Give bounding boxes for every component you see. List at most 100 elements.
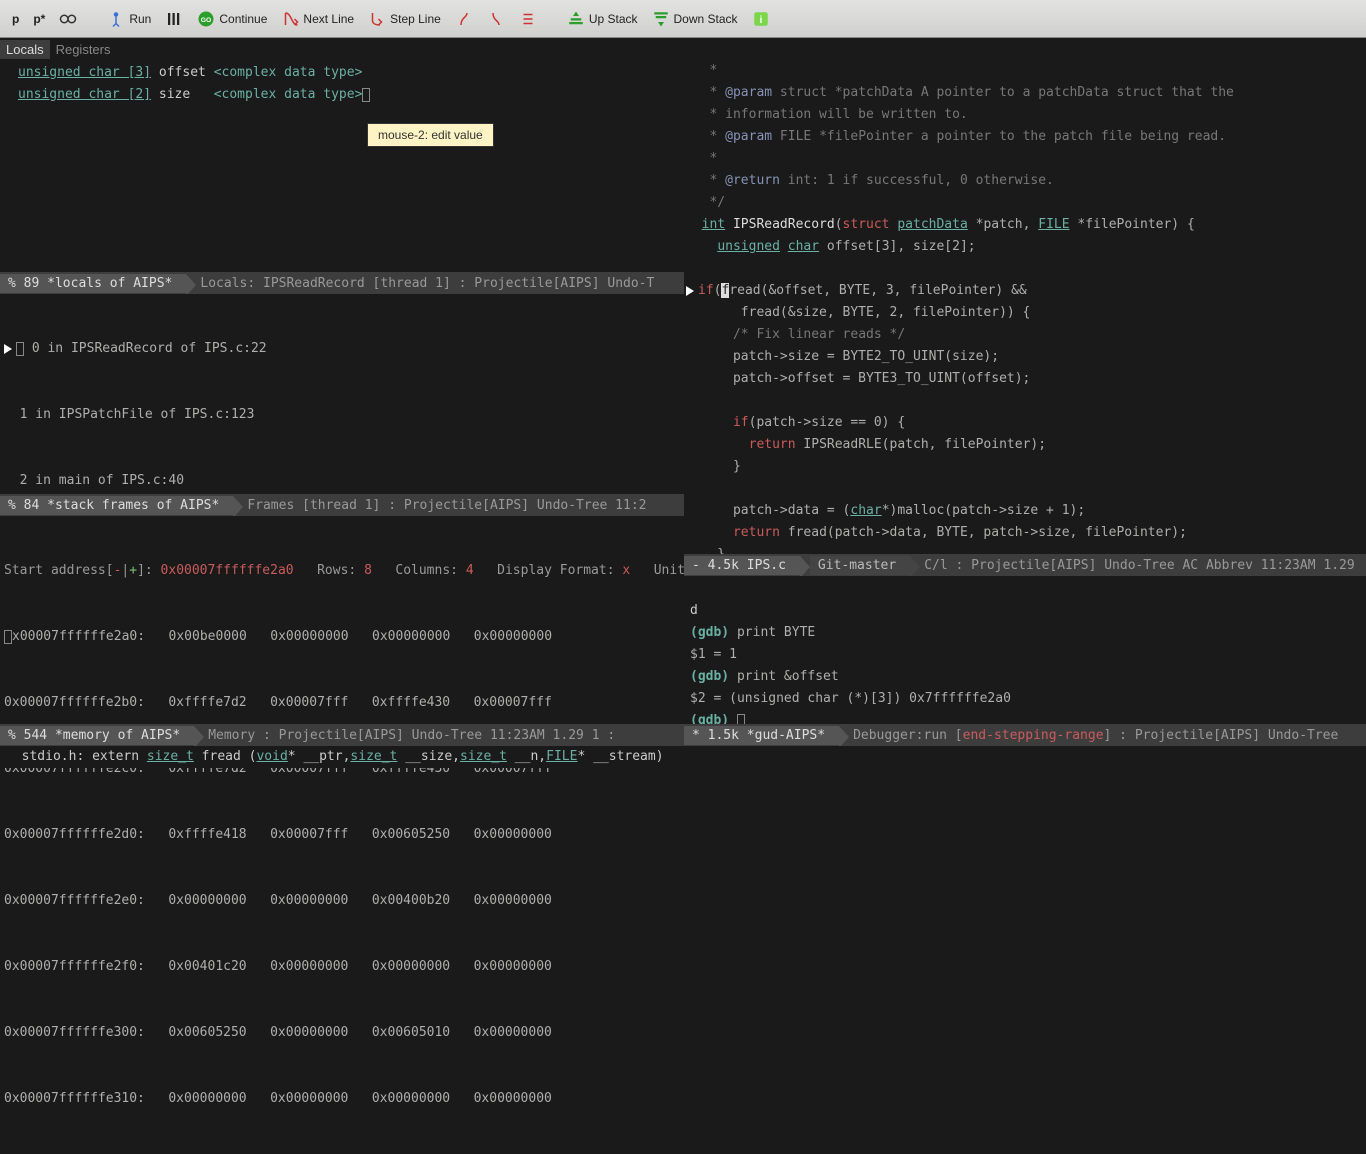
frame-row[interactable]: 0 in IPSReadRecord of IPS.c:22 [4, 338, 684, 360]
memory-modeline: % 544 *memory of AIPS* Memory : Projecti… [0, 724, 684, 746]
mem-cols[interactable]: 4 [466, 563, 474, 578]
locals-value[interactable]: <complex data type> [214, 65, 363, 80]
info-button[interactable]: i [746, 7, 776, 31]
locals-row[interactable]: unsigned char [3] offset <complex data t… [4, 62, 680, 84]
echo-type: size_t [350, 749, 397, 764]
modeline-info: Locals: IPSReadRecord [thread 1] : Proje… [196, 276, 654, 291]
gdb-prompt: (gdb) [690, 625, 737, 640]
mem-start-label: Start address [4, 563, 106, 578]
gud-debugger-label: Debugger:run [ [853, 728, 963, 743]
echo-text: * __stream) [577, 749, 663, 764]
modeline-info: Memory : Projectile[AIPS] Undo-Tree 11:2… [204, 728, 615, 743]
frame-text: 1 in IPSPatchFile of IPS.c:123 [20, 407, 255, 422]
mem-cols-label: Columns: [395, 563, 458, 578]
modeline-buffer: * 1.5k *gud-AIPS* [684, 726, 839, 745]
frame-row[interactable]: 2 in main of IPS.c:40 [4, 470, 684, 492]
memory-body[interactable]: Start address[-|+]: 0x00007ffffffe2a0 Ro… [0, 516, 684, 1154]
run-button[interactable]: Run [101, 7, 157, 31]
frame-text: 2 in main of IPS.c:40 [20, 473, 184, 488]
gdb-output: $2 = (unsigned char (*)[3]) 0x7ffffffe2a… [690, 691, 1011, 706]
continue-label: Continue [219, 12, 267, 26]
source-body[interactable]: * * @param struct *patchData A pointer t… [684, 38, 1366, 588]
echo-text: fread ( [194, 749, 257, 764]
modeline-buffer: % 89 *locals of AIPS* [0, 274, 186, 293]
modeline-info: Debugger:run [end-stepping-range] : Proj… [849, 728, 1338, 743]
memory-row: 0x00007ffffffe2d0: 0xffffe418 0x00007fff… [4, 824, 684, 846]
next-line-label: Next Line [303, 12, 354, 26]
step-line-button[interactable]: Step Line [362, 7, 447, 31]
tab-registers[interactable]: Registers [50, 40, 117, 59]
p-star-button[interactable]: p* [27, 9, 51, 29]
cursor [4, 630, 12, 644]
execution-arrow-icon [686, 286, 694, 296]
memory-row: 0x00007ffffffe300: 0x00605250 0x00000000… [4, 1022, 684, 1044]
memory-line: x00007ffffffe2a0: 0x00be0000 0x00000000 … [12, 629, 552, 644]
modeline-buffer: - 4.5k IPS.c [684, 556, 800, 575]
mem-disp[interactable]: x [622, 563, 630, 578]
frame-text: 0 in IPSReadRecord of IPS.c:22 [24, 341, 267, 356]
locals-type[interactable]: unsigned char [3] [18, 65, 151, 80]
gdb-prompt: (gdb) [690, 669, 737, 684]
continue-button[interactable]: GO Continue [191, 7, 273, 31]
gdb-command: print &offset [737, 669, 839, 684]
current-frame-arrow-icon [4, 344, 12, 354]
gud-stepping-state: end-stepping-range [963, 728, 1104, 743]
down-stack-label: Down Stack [674, 12, 738, 26]
gud-modeline: * 1.5k *gud-AIPS* Debugger:run [end-step… [684, 724, 1366, 746]
gud-modeline-tail: ] : Projectile[AIPS] Undo-Tree [1104, 728, 1339, 743]
echo-type: size_t [147, 749, 194, 764]
memory-row: 0x00007ffffffe2b0: 0xffffe7d2 0x00007fff… [4, 692, 684, 714]
echo-type: void [256, 749, 287, 764]
run-label: Run [129, 12, 151, 26]
modeline-buffer: % 544 *memory of AIPS* [0, 726, 194, 745]
locals-value[interactable]: <complex data type> [214, 87, 363, 102]
stop-button[interactable] [159, 7, 189, 31]
step-out-button[interactable] [449, 7, 479, 31]
echo-text: __n, [507, 749, 546, 764]
p-button[interactable]: p [6, 9, 25, 29]
frame-row[interactable]: 1 in IPSPatchFile of IPS.c:123 [4, 404, 684, 426]
svg-text:i: i [759, 13, 762, 25]
memory-row: 0x00007ffffffe2f0: 0x00401c20 0x00000000… [4, 956, 684, 978]
locals-row[interactable]: unsigned char [2] size <complex data typ… [4, 84, 680, 106]
next-line-button[interactable]: Next Line [275, 7, 360, 31]
mem-rows[interactable]: 8 [364, 563, 372, 578]
echo-type: FILE [546, 749, 577, 764]
locals-varname: offset [159, 65, 206, 80]
locals-type[interactable]: unsigned char [2] [18, 87, 151, 102]
cursor [362, 88, 370, 102]
cursor [16, 342, 24, 356]
gdb-command: print BYTE [737, 625, 815, 640]
down-stack-button[interactable]: Down Stack [646, 7, 744, 31]
mem-rows-label: Rows: [317, 563, 356, 578]
tooltip-edit-value: mouse-2: edit value [367, 123, 494, 147]
modeline-vcs: Git-master [810, 556, 910, 575]
memory-header: Start address[-|+]: 0x00007ffffffe2a0 Ro… [4, 560, 684, 582]
mem-start-addr[interactable]: 0x00007ffffffe2a0 [161, 563, 294, 578]
modeline-info: Frames [thread 1] : Projectile[AIPS] Und… [243, 498, 646, 513]
gdb-output: $1 = 1 [690, 647, 737, 662]
step-into-button[interactable] [481, 7, 511, 31]
echo-area: stdio.h: extern size_t fread (void* __pt… [0, 746, 684, 768]
locals-body[interactable]: unsigned char [3] offset <complex data t… [0, 60, 684, 272]
memory-row: 0x00007ffffffe2e0: 0x00000000 0x00000000… [4, 890, 684, 912]
echo-text: stdio.h: extern [6, 749, 147, 764]
frames-modeline: % 84 *stack frames of AIPS* Frames [thre… [0, 494, 684, 516]
memory-row: x00007ffffffe2a0: 0x00be0000 0x00000000 … [4, 626, 684, 648]
up-stack-label: Up Stack [589, 12, 638, 26]
locals-varname: size [159, 87, 190, 102]
watch-button[interactable] [53, 7, 83, 31]
svg-text:GO: GO [201, 17, 212, 24]
up-stack-button[interactable]: Up Stack [561, 7, 644, 31]
mem-disp-label: Display Format: [497, 563, 614, 578]
source-modeline: - 4.5k IPS.c Git-master C/l : Projectile… [684, 554, 1366, 576]
modeline-buffer: % 84 *stack frames of AIPS* [0, 496, 233, 515]
tab-locals[interactable]: Locals [0, 40, 50, 59]
until-button[interactable] [513, 7, 543, 31]
step-line-label: Step Line [390, 12, 441, 26]
locals-tabs: Locals Registers [0, 38, 684, 60]
locals-modeline: % 89 *locals of AIPS* Locals: IPSReadRec… [0, 272, 684, 294]
debug-toolbar: p p* Run GO Continue Next Line Step Line… [0, 0, 1366, 38]
echo-type: size_t [460, 749, 507, 764]
echo-text: * __ptr, [288, 749, 351, 764]
